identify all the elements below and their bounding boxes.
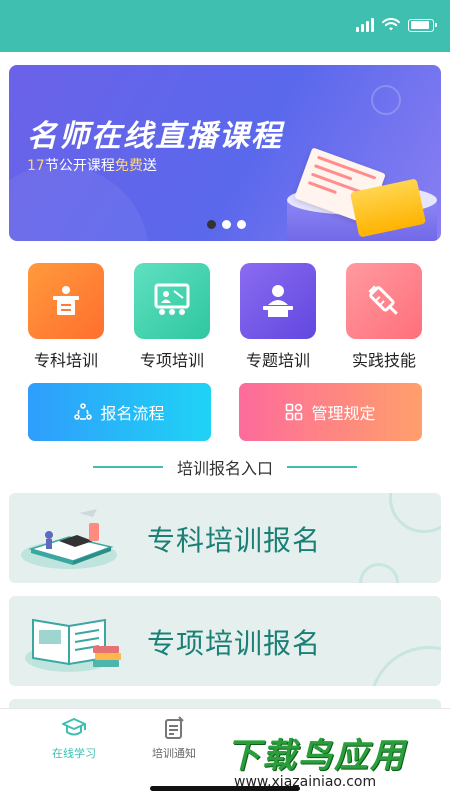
grid-icon: [286, 403, 303, 421]
management-rules-label: 管理规定: [311, 404, 376, 423]
divider: [287, 466, 357, 468]
banner-subtitle-end: 送: [142, 158, 157, 174]
battery-icon: [408, 18, 437, 32]
open-book-icon: [25, 618, 121, 672]
carousel-dot[interactable]: [222, 220, 231, 229]
management-rules-button[interactable]: 管理规定: [239, 383, 422, 441]
quick-link-practice-skills[interactable]: 实践技能: [344, 263, 424, 371]
signal-icon: [356, 18, 374, 32]
banner-subtitle: 17节公开课程免费送: [27, 155, 157, 175]
graduation-cap-icon: [62, 718, 86, 736]
watermark-logo-text: 下载鸟应用: [226, 736, 406, 776]
lectern-icon: [28, 263, 104, 339]
banner-decoration: [9, 165, 149, 241]
status-icons: [356, 18, 437, 32]
banner-title: 名师在线直播课程: [27, 119, 283, 154]
special-enrollment-card[interactable]: 专项培训报名: [9, 596, 441, 686]
tab-label: 培训通知: [152, 747, 196, 760]
tab-online-learning[interactable]: 在线学习: [34, 715, 114, 761]
quick-link-label: 实践技能: [351, 351, 416, 370]
quick-link-label: 专题培训: [245, 351, 310, 370]
card-decoration: [389, 493, 441, 533]
notice-icon: [165, 716, 184, 739]
section-title-text: 培训报名入口: [176, 459, 273, 478]
divider: [92, 466, 163, 468]
section-title: 培训报名入口: [0, 456, 450, 478]
banner-subtitle-number: 17: [27, 158, 45, 174]
carousel-dots[interactable]: [207, 220, 246, 229]
promo-banner[interactable]: 名师在线直播课程 17节公开课程免费送: [9, 65, 441, 241]
quick-link-special-training[interactable]: 专项培训: [132, 263, 212, 371]
banner-decoration: [371, 85, 401, 115]
card-decoration: [359, 563, 399, 583]
card-label: 专科培训报名: [147, 524, 322, 557]
home-indicator[interactable]: [150, 786, 300, 791]
syringe-icon: [346, 263, 422, 339]
specialty-enrollment-card[interactable]: 专科培训报名: [9, 493, 441, 583]
enrollment-process-label: 报名流程: [100, 404, 165, 423]
carousel-dot[interactable]: [237, 220, 246, 229]
tab-label: 在线学习: [52, 747, 96, 760]
quick-links: 专科培训 专项培训 专题培训 实践技能: [0, 263, 450, 371]
quick-link-label: 专项培训: [139, 351, 204, 370]
banner-subtitle-highlight: 免费: [114, 158, 143, 174]
process-icon: [74, 403, 93, 420]
carousel-dot[interactable]: [207, 220, 216, 229]
classroom-icon: [134, 263, 210, 339]
card-decoration: [369, 646, 441, 686]
quick-link-specialty-training[interactable]: 专科培训: [26, 263, 106, 371]
quick-link-topic-training[interactable]: 专题培训: [238, 263, 318, 371]
tab-training-notice[interactable]: 培训通知: [134, 715, 214, 761]
wifi-icon: [382, 18, 400, 31]
quick-link-label: 专科培训: [33, 351, 98, 370]
banner-subtitle-mid: 节公开课程: [44, 158, 115, 174]
graduation-books-icon: [21, 509, 117, 569]
status-bar: [0, 0, 450, 52]
enrollment-process-button[interactable]: 报名流程: [28, 383, 211, 441]
speaker-icon: [240, 263, 316, 339]
card-label: 专项培训报名: [147, 627, 322, 660]
